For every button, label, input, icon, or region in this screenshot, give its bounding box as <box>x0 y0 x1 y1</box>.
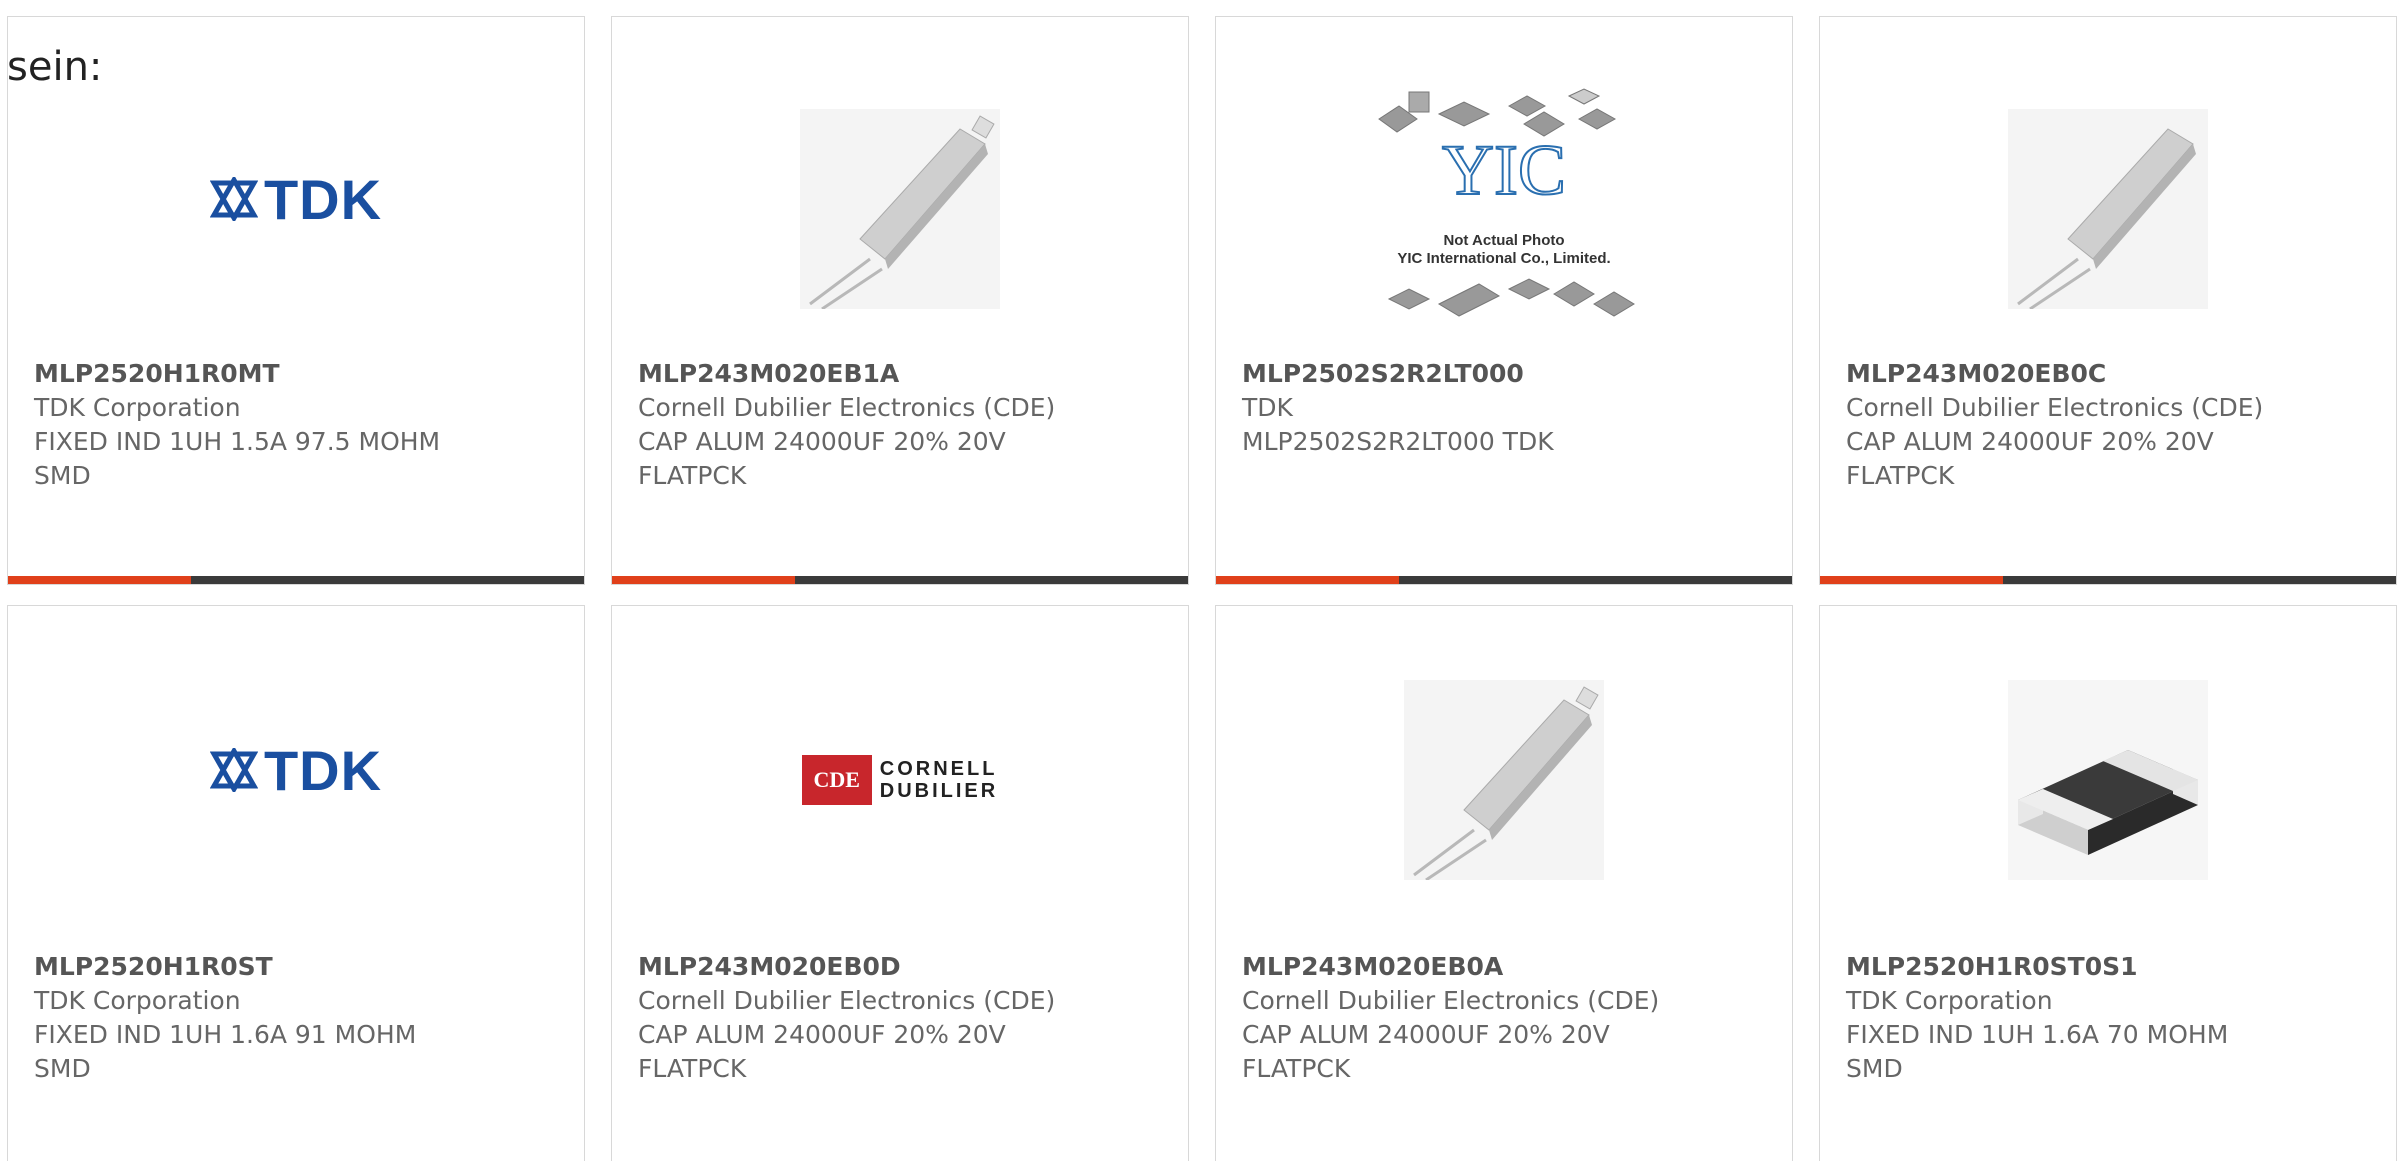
manufacturer: TDK Corporation <box>1846 986 2053 1015</box>
product-image[interactable]: TDK <box>8 59 584 359</box>
part-number[interactable]: MLP243M020EB1A <box>638 357 1168 391</box>
part-number[interactable]: MLP2520H1R0MT <box>34 357 564 391</box>
product-card[interactable]: YIC Not Actual Photo YIC International C… <box>1215 16 1793 585</box>
tdk-mark-icon <box>209 748 258 792</box>
product-card[interactable]: MLP243M020EB0A Cornell Dubilier Electron… <box>1215 605 1793 1161</box>
tdk-logo-text: TDK <box>263 738 383 802</box>
description: FIXED IND 1UH 1.5A 97.5 MOHM SMD <box>34 427 441 490</box>
product-grid: TDK MLP2520H1R0MT TDK Corporation FIXED … <box>0 0 2407 1161</box>
product-image[interactable] <box>1820 59 2396 359</box>
tdk-logo: TDK <box>209 167 383 232</box>
product-card[interactable]: MLP243M020EB1A Cornell Dubilier Electron… <box>611 16 1189 585</box>
description: CAP ALUM 24000UF 20% 20V FLATPCK <box>1846 427 2214 490</box>
manufacturer: Cornell Dubilier Electronics (CDE) <box>638 986 1056 1015</box>
description: CAP ALUM 24000UF 20% 20V FLATPCK <box>638 1020 1006 1083</box>
yic-placeholder-image: YIC Not Actual Photo YIC International C… <box>1369 84 1639 334</box>
part-number[interactable]: MLP243M020EB0A <box>1242 950 1772 984</box>
description: MLP2502S2R2LT000 TDK <box>1242 427 1554 456</box>
product-image[interactable]: TDK <box>8 630 584 930</box>
description: CAP ALUM 24000UF 20% 20V FLATPCK <box>638 427 1006 490</box>
product-image[interactable] <box>1216 630 1792 930</box>
card-bottom-bar <box>1216 576 1792 584</box>
prefix-text: sein: <box>7 44 103 90</box>
yic-note: Not Actual Photo YIC International Co., … <box>1397 232 1611 267</box>
manufacturer: Cornell Dubilier Electronics (CDE) <box>1242 986 1660 1015</box>
manufacturer: Cornell Dubilier Electronics (CDE) <box>1846 393 2264 422</box>
manufacturer: Cornell Dubilier Electronics (CDE) <box>638 393 1056 422</box>
tdk-logo: TDK <box>209 738 383 803</box>
manufacturer: TDK Corporation <box>34 986 241 1015</box>
tdk-mark-icon <box>209 177 258 221</box>
product-card[interactable]: MLP2520H1R0ST0S1 TDK Corporation FIXED I… <box>1819 605 2397 1161</box>
manufacturer: TDK <box>1242 393 1293 422</box>
part-number[interactable]: MLP2502S2R2LT000 <box>1242 357 1772 391</box>
card-bottom-bar <box>8 576 584 584</box>
part-number[interactable]: MLP2520H1R0ST0S1 <box>1846 950 2376 984</box>
cde-logo-line1: CORNELL <box>879 758 998 780</box>
product-image[interactable] <box>1820 630 2396 930</box>
tdk-logo-text: TDK <box>263 167 383 231</box>
description: CAP ALUM 24000UF 20% 20V FLATPCK <box>1242 1020 1610 1083</box>
chip-parts-icon: YIC <box>1378 88 1635 317</box>
card-bottom-bar <box>612 576 1188 584</box>
product-image[interactable]: CDE CORNELL DUBILIER <box>612 630 1188 930</box>
cde-logo-mark: CDE <box>801 755 872 805</box>
flatpack-capacitor-icon <box>800 109 1000 309</box>
product-card[interactable]: MLP243M020EB0C Cornell Dubilier Electron… <box>1819 16 2397 585</box>
product-image[interactable]: YIC Not Actual Photo YIC International C… <box>1216 59 1792 359</box>
smd-inductor-chip-icon <box>2008 680 2208 880</box>
part-number[interactable]: MLP243M020EB0C <box>1846 357 2376 391</box>
product-card[interactable]: TDK MLP2520H1R0MT TDK Corporation FIXED … <box>7 16 585 585</box>
product-card[interactable]: TDK MLP2520H1R0ST TDK Corporation FIXED … <box>7 605 585 1161</box>
part-number[interactable]: MLP243M020EB0D <box>638 950 1168 984</box>
description: FIXED IND 1UH 1.6A 91 MOHM SMD <box>34 1020 417 1083</box>
cde-logo-line2: DUBILIER <box>879 780 999 802</box>
card-bottom-bar <box>1820 576 2396 584</box>
manufacturer: TDK Corporation <box>34 393 241 422</box>
yic-logo: YIC <box>1442 130 1566 210</box>
cde-logo: CDE CORNELL DUBILIER <box>801 755 999 805</box>
product-image[interactable] <box>612 59 1188 359</box>
flatpack-capacitor-icon <box>2008 109 2208 309</box>
flatpack-capacitor-icon <box>1404 680 1604 880</box>
part-number[interactable]: MLP2520H1R0ST <box>34 950 564 984</box>
product-card[interactable]: CDE CORNELL DUBILIER MLP243M020EB0D Corn… <box>611 605 1189 1161</box>
description: FIXED IND 1UH 1.6A 70 MOHM SMD <box>1846 1020 2229 1083</box>
